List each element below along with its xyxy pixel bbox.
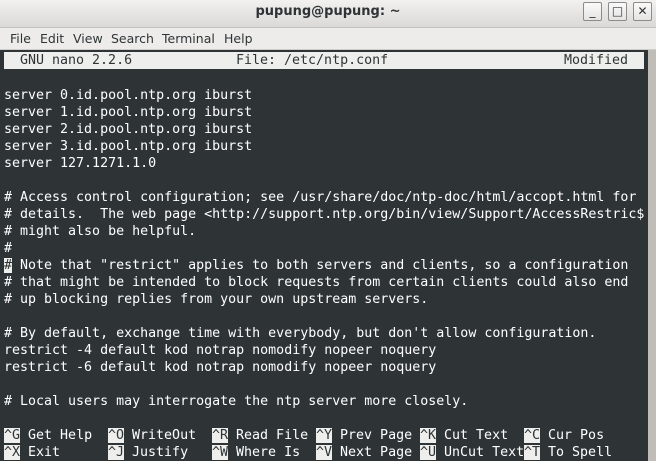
menu-edit[interactable]: Edit (40, 31, 64, 46)
shortcut-key: ^V (316, 445, 333, 460)
menu-help[interactable]: Help (224, 31, 253, 46)
terminal-scrollbar[interactable] (648, 50, 656, 461)
text-line: # might also be helpful. (4, 224, 197, 239)
shortcut-justify[interactable]: ^J Justify (108, 444, 188, 461)
text-line: restrict -6 default kod notrap nomodify … (4, 360, 437, 375)
text-cursor: # (4, 258, 13, 273)
shortcut-next-page[interactable]: ^V Next Page (316, 444, 412, 461)
text-line: server 0.id.pool.ntp.org iburst (4, 88, 253, 103)
text-line: server 1.id.pool.ntp.org iburst (4, 105, 253, 120)
shortcut-label: Next Page (340, 445, 413, 460)
text-line-cursor: # Note that "restrict" applies to both s… (4, 257, 648, 274)
text-line: # up blocking replies from your own upst… (4, 292, 429, 307)
window-title: pupung@pupung: ~ (255, 4, 401, 19)
shortcut-key: ^Y (316, 428, 333, 443)
shortcut-key: ^X (4, 445, 21, 460)
menu-bar: File Edit View Search Terminal Help (0, 28, 656, 50)
text-line: # that might be intended to block reques… (4, 275, 629, 290)
shortcut-label: WriteOut (132, 428, 197, 443)
shortcut-to-spell[interactable]: ^T To Spell (524, 444, 612, 461)
shortcut-uncut-text[interactable]: ^U UnCut Text (420, 444, 524, 461)
menu-view[interactable]: View (73, 31, 103, 46)
text-line: server 2.id.pool.ntp.org iburst (4, 122, 253, 137)
text-line: # Local users may interrogate the ntp se… (4, 394, 469, 409)
text-line: # details. The web page <http://support.… (4, 207, 645, 222)
menu-search[interactable]: Search (111, 31, 154, 46)
shortcut-label: Cut Text (444, 428, 509, 443)
shortcut-key: ^T (524, 445, 541, 460)
shortcut-label: Where Is (236, 445, 301, 460)
shortcut-label: UnCut Text (444, 445, 525, 460)
shortcut-key: ^J (108, 445, 125, 460)
shortcut-key: ^W (212, 445, 229, 460)
shortcut-label: Prev Page (340, 428, 413, 443)
shortcut-where-is[interactable]: ^W Where Is (212, 444, 300, 461)
shortcut-exit[interactable]: ^X Exit (4, 444, 60, 461)
shortcut-cur-pos[interactable]: ^C Cur Pos (524, 427, 604, 444)
shortcut-label: To Spell (548, 445, 613, 460)
shortcut-read-file[interactable]: ^R Read File (212, 427, 308, 444)
terminal-area[interactable]: GNU nano 2.2.6 File: /etc/ntp.conf Modif… (0, 50, 648, 461)
shortcut-key: ^R (212, 428, 229, 443)
text-line: # Access control configuration; see /usr… (4, 190, 637, 205)
shortcut-key: ^G (4, 428, 21, 443)
text-line: # By default, exchange time with everybo… (4, 326, 597, 341)
menu-file[interactable]: File (10, 31, 31, 46)
nano-header: GNU nano 2.2.6 File: /etc/ntp.conf Modif… (4, 52, 644, 69)
maximize-button[interactable]: □ (608, 2, 627, 21)
close-button[interactable]: ✕ (633, 2, 652, 21)
window-titlebar: pupung@pupung: ~ _ □ ✕ (0, 0, 656, 28)
text-line: restrict -4 default kod notrap nomodify … (4, 343, 437, 358)
shortcut-label: Cur Pos (548, 428, 605, 443)
nano-version: GNU nano 2.2.6 (20, 53, 133, 68)
nano-filename: File: /etc/ntp.conf (236, 53, 389, 68)
shortcut-label: Exit (28, 445, 61, 460)
nano-status: Modified (564, 53, 629, 68)
text-line: server 127.1271.1.0 (4, 156, 157, 171)
shortcut-label: Justify (132, 445, 189, 460)
shortcut-key: ^K (420, 428, 437, 443)
text-line: # (4, 241, 13, 256)
text-line (4, 308, 648, 325)
text-line-rest: Note that "restrict" applies to both ser… (12, 258, 629, 273)
minimize-button[interactable]: _ (583, 2, 602, 21)
shortcut-writeout[interactable]: ^O WriteOut (108, 427, 196, 444)
text-line: server 3.id.pool.ntp.org iburst (4, 139, 253, 154)
menu-terminal[interactable]: Terminal (162, 31, 215, 46)
shortcut-label: Read File (236, 428, 309, 443)
shortcut-get-help[interactable]: ^G Get Help (4, 427, 92, 444)
shortcut-cut-text[interactable]: ^K Cut Text (420, 427, 508, 444)
text-line (4, 172, 648, 189)
shortcut-label: Get Help (28, 428, 93, 443)
text-line (4, 376, 648, 393)
shortcut-key: ^U (420, 445, 437, 460)
text-line (4, 70, 648, 87)
shortcut-key: ^O (108, 428, 125, 443)
shortcut-prev-page[interactable]: ^Y Prev Page (316, 427, 412, 444)
shortcut-key: ^C (524, 428, 541, 443)
